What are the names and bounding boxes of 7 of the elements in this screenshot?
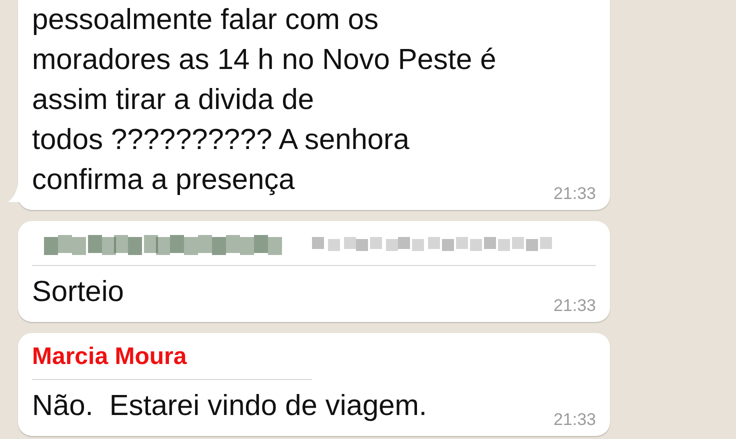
message-text: Sorteio	[32, 275, 124, 310]
sender-name: Marcia Moura	[32, 341, 312, 380]
message-text: pessoalmente falar com os moradores as 14 h no Novo Peste é assim tirar a divida de todos ?????????? A senhora confirma a presença	[32, 3, 496, 198]
message-text: Não. Estarei vindo de viagem.	[32, 389, 427, 424]
message-time: 21:33	[553, 410, 596, 430]
message-time: 21:33	[553, 184, 596, 204]
message-time: 21:33	[553, 296, 596, 316]
